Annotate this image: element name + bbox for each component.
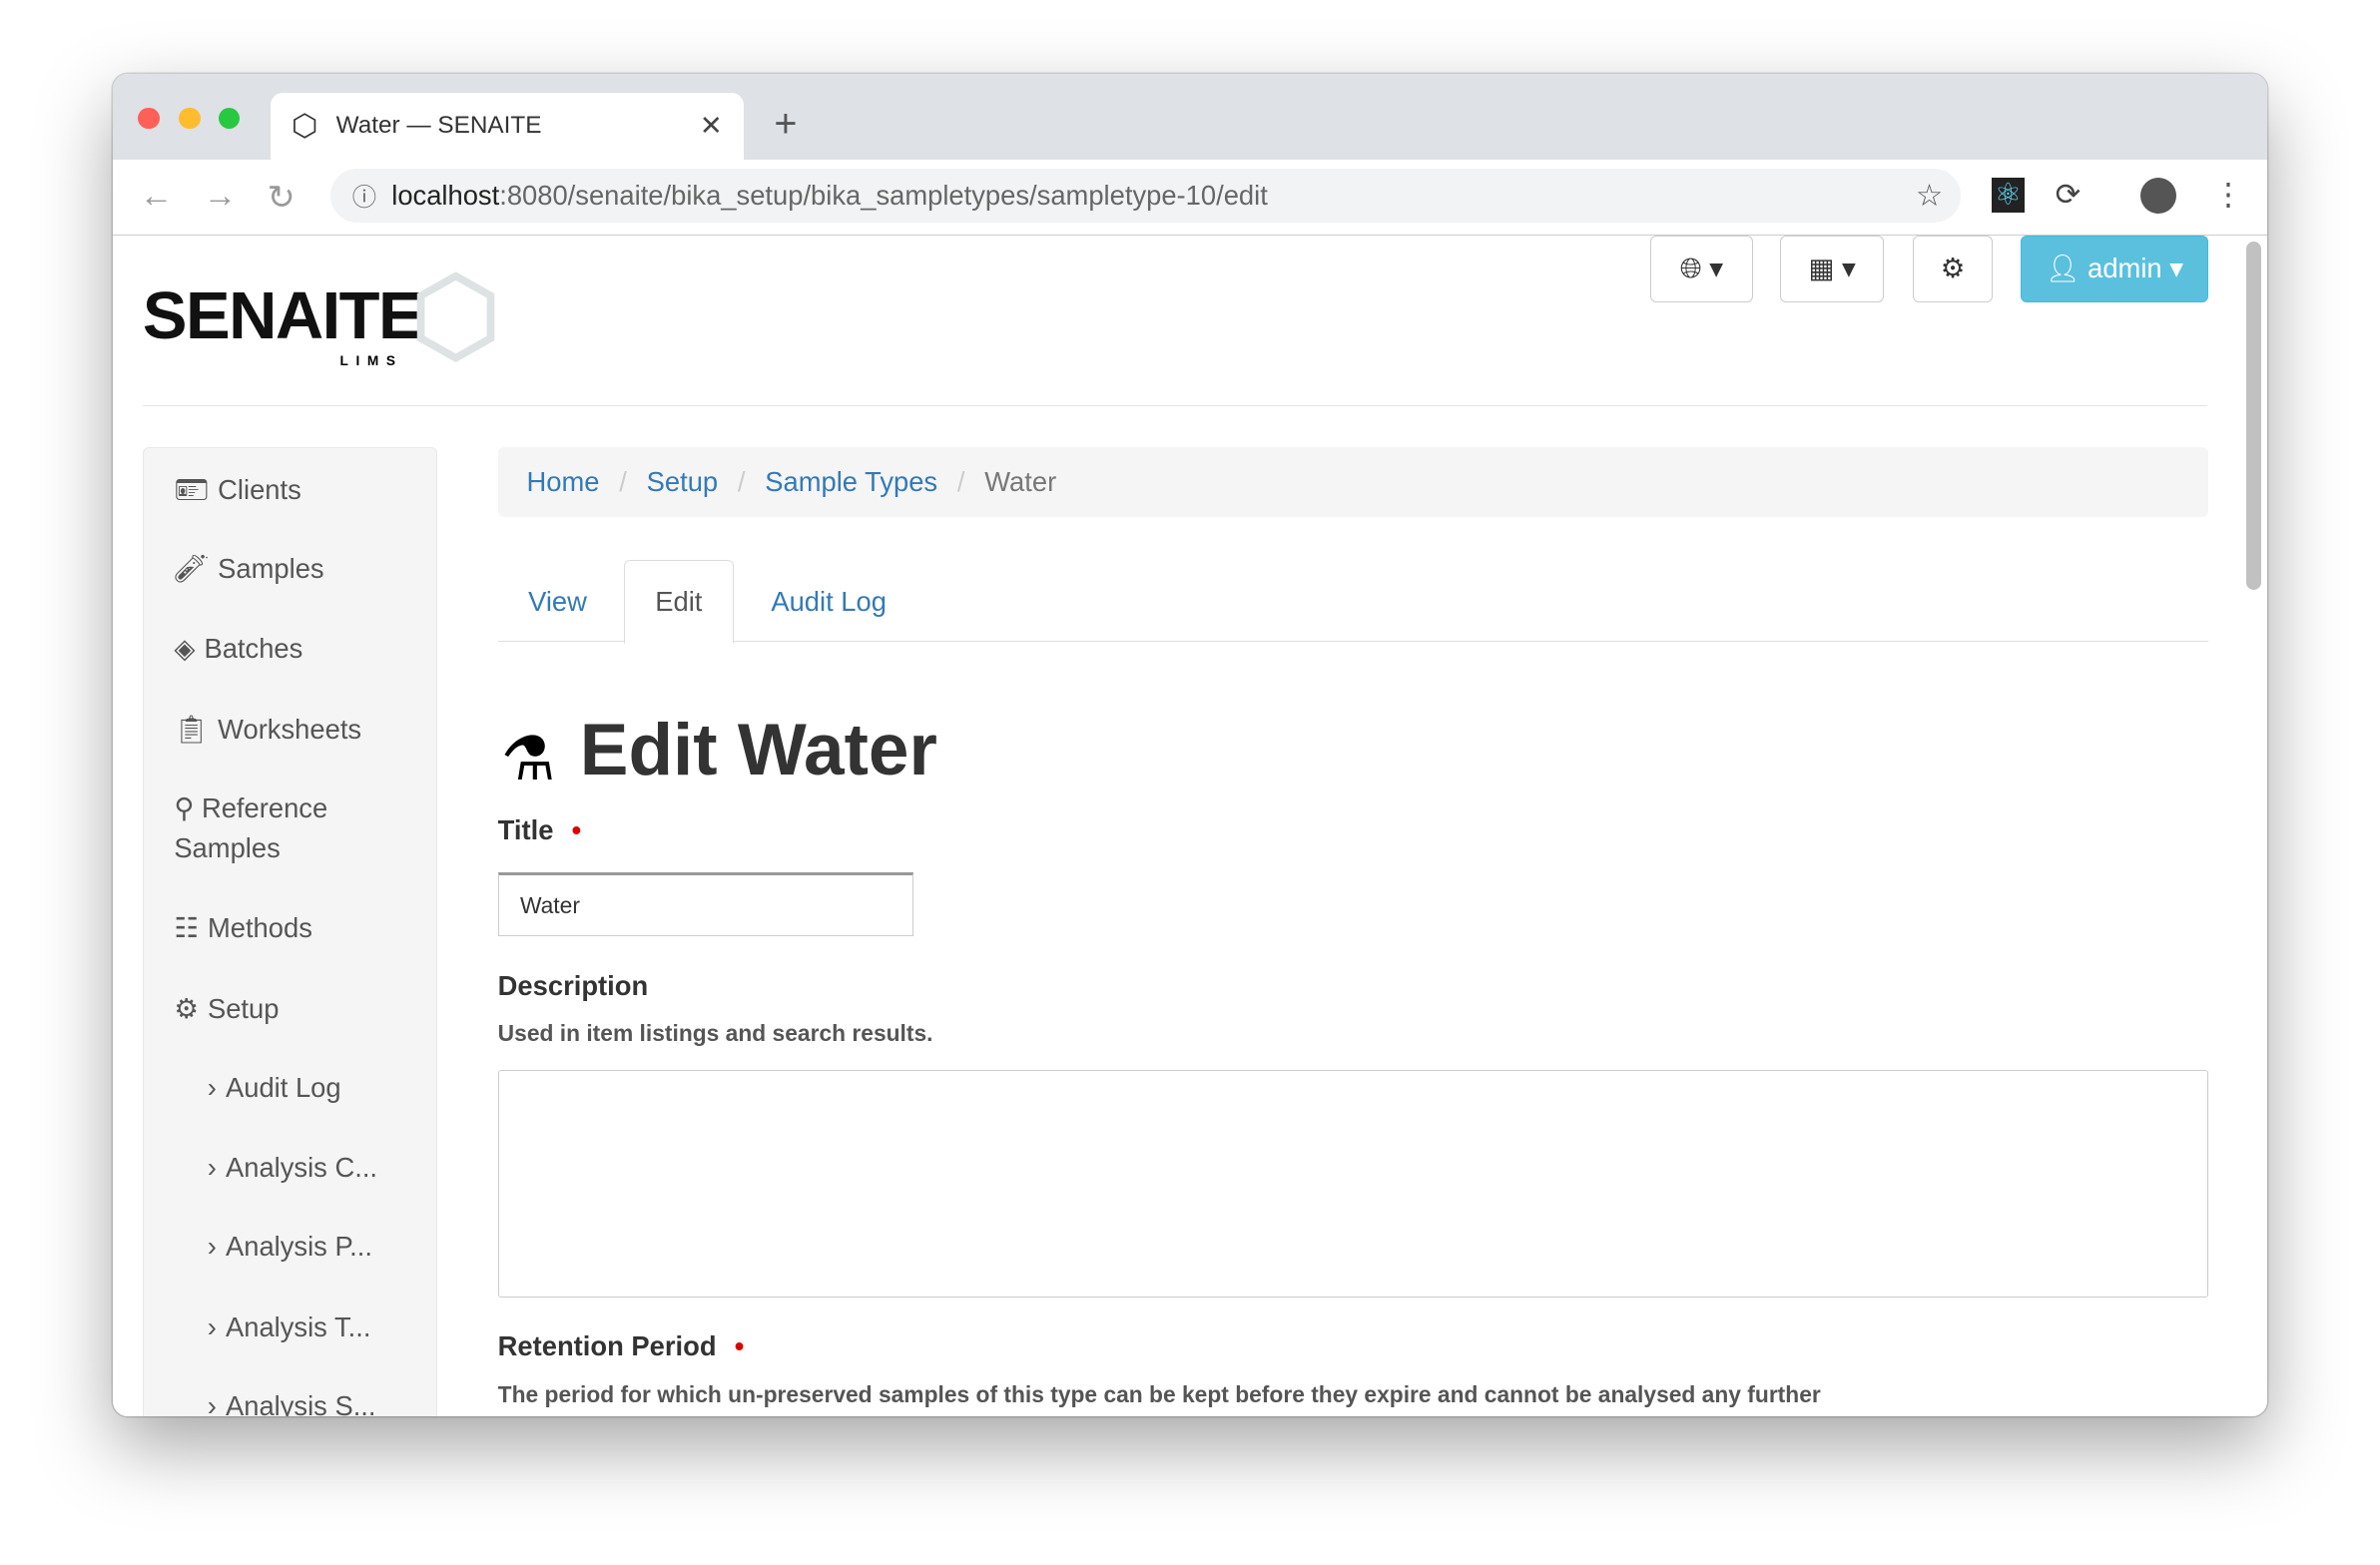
sidebar-item-label: Methods: [207, 912, 312, 944]
description-label: Description: [497, 969, 649, 1001]
layers-icon: ◈: [174, 633, 196, 665]
description-textarea[interactable]: [497, 1069, 2209, 1298]
close-window-button[interactable]: [138, 107, 160, 130]
sidebar-subitem[interactable]: › Analysis S...: [208, 1386, 376, 1415]
sidebar: 🪪︎ Clients 🧪︎ Samples ◈ Batches 📋︎ Worksheet…: [142, 447, 437, 1416]
logo-sub: LIMS: [339, 353, 403, 369]
test-tube-icon: 🧪︎: [174, 552, 210, 584]
sidebar-item-label: Analysis P...: [225, 1231, 372, 1263]
separator: /: [619, 466, 627, 498]
globe-icon: 🌐︎ ▾: [1679, 252, 1723, 283]
settings-button[interactable]: ⚙: [1912, 235, 1994, 302]
breadcrumb-home[interactable]: Home: [527, 466, 600, 498]
sidebar-item-label: Samples: [218, 552, 324, 584]
sidebar-item-setup[interactable]: ⚙ Setup: [174, 989, 279, 1029]
breadcrumb: Home / Setup / Sample Types / Water: [497, 447, 2209, 518]
chevron-right-icon: ›: [207, 1390, 217, 1416]
profile-avatar[interactable]: [2139, 177, 2177, 215]
sidebar-item-label: Analysis S...: [225, 1390, 376, 1416]
sidebar-item-label: Setup: [207, 992, 280, 1024]
label-text: Title: [497, 814, 554, 846]
close-tab-icon[interactable]: ✕: [700, 110, 723, 142]
divider: [142, 404, 2207, 406]
url-input[interactable]: ⓘ localhost:8080/senaite/bika_setup/bika…: [330, 168, 1962, 224]
hexagon-icon: ⬡: [291, 108, 318, 143]
language-button[interactable]: 🌐︎ ▾: [1649, 235, 1754, 302]
required-indicator: •: [734, 1330, 745, 1362]
sidebar-item-label: Analysis T...: [225, 1311, 371, 1343]
apps-button[interactable]: ▦ ▾: [1780, 235, 1884, 302]
menu-icon[interactable]: ⋮: [2213, 178, 2243, 213]
page-title: Edit Water: [579, 710, 937, 790]
sidebar-item-worksheets[interactable]: 📋︎ Worksheets: [174, 710, 361, 750]
tab-edit[interactable]: Edit: [623, 560, 734, 644]
maximize-window-button[interactable]: [218, 107, 241, 130]
description-help: Used in item listings and search results…: [497, 1019, 933, 1046]
tab-audit-log[interactable]: Audit Log: [741, 560, 916, 644]
logo-hexagon-icon: [416, 271, 494, 363]
back-icon[interactable]: ←: [140, 178, 173, 216]
required-indicator: •: [571, 814, 582, 846]
title-input[interactable]: Water: [497, 872, 914, 937]
logo[interactable]: SENAITE: [143, 277, 423, 354]
chevron-right-icon: ›: [207, 1231, 217, 1263]
chevron-right-icon: ›: [207, 1152, 217, 1184]
browser-tab[interactable]: ⬡ Water — SENAITE ✕: [270, 92, 744, 160]
forward-icon[interactable]: →: [204, 178, 237, 216]
gear-icon: ⚙: [1940, 253, 1966, 284]
sidebar-item-batches[interactable]: ◈ Batches: [174, 629, 302, 669]
scrollbar[interactable]: [2246, 241, 2262, 591]
list-icon: ☷: [174, 912, 199, 944]
sidebar-item-label: Worksheets: [218, 713, 362, 745]
view-tabs: View Edit Audit Log: [497, 560, 2209, 644]
sidebar-subitem[interactable]: › Analysis C...: [208, 1148, 377, 1188]
user-icon: 👤︎: [2045, 253, 2081, 284]
sidebar-subitem[interactable]: › Analysis P...: [208, 1227, 372, 1267]
label-text: Retention Period: [497, 1330, 717, 1362]
sidebar-item-label: Audit Log: [225, 1071, 341, 1103]
user-menu-button[interactable]: 👤︎ admin ▾: [2020, 235, 2209, 302]
sidebar-item-label: Batches: [204, 633, 303, 665]
grid-icon: ▦ ▾: [1808, 253, 1856, 284]
sidebar-subitem[interactable]: › Analysis T...: [208, 1307, 371, 1347]
separator: /: [737, 466, 746, 498]
reload-icon[interactable]: ↻: [268, 178, 296, 218]
star-icon[interactable]: ☆: [1916, 179, 1943, 214]
url-host: localhost: [391, 180, 500, 212]
separator: /: [956, 466, 965, 498]
tab-title: Water — SENAITE: [335, 112, 542, 140]
breadcrumb-current: Water: [984, 466, 1057, 498]
sidebar-item-methods[interactable]: ☷ Methods: [174, 908, 312, 948]
browser-window: ⬡ Water — SENAITE ✕ + ← → ↻ ⓘ localhost:…: [112, 74, 2268, 1416]
reference-icon: ⚲: [174, 792, 202, 824]
retention-period-help: The period for which un-preserved sample…: [497, 1380, 1821, 1407]
sidebar-item-samples[interactable]: 🧪︎ Samples: [174, 549, 323, 589]
title-label: Title •: [498, 814, 582, 846]
sidebar-subitem[interactable]: › Audit Log: [208, 1068, 341, 1108]
sync-extension-icon[interactable]: ⟳: [2056, 178, 2081, 213]
flask-icon: ⚗︎: [500, 725, 556, 793]
new-tab-button[interactable]: +: [774, 102, 797, 147]
sidebar-item-label: Analysis C...: [225, 1152, 378, 1184]
breadcrumb-sample-types[interactable]: Sample Types: [765, 466, 937, 498]
minimize-window-button[interactable]: [179, 107, 201, 130]
chevron-right-icon: ›: [207, 1311, 217, 1343]
retention-period-label: Retention Period •: [498, 1330, 745, 1362]
user-name: admin: [2087, 253, 2162, 284]
sidebar-item-reference-samples[interactable]: ⚲ Reference Samples: [174, 788, 401, 867]
react-devtools-icon[interactable]: ⚛: [1991, 177, 2026, 213]
clipboard-icon: 📋︎: [174, 713, 210, 745]
gears-icon: ⚙: [174, 992, 199, 1024]
breadcrumb-setup[interactable]: Setup: [647, 466, 719, 498]
sidebar-item-label: Clients: [218, 473, 301, 505]
sidebar-item-clients[interactable]: 🪪︎ Clients: [174, 470, 300, 510]
page: 🌐︎ ▾ ▦ ▾ ⚙ 👤︎ admin ▾ SENAITE LIMS 🪪︎ Cli…: [112, 235, 2268, 1416]
chevron-right-icon: ›: [207, 1071, 217, 1103]
id-card-icon: 🪪︎: [174, 473, 210, 505]
address-bar: ← → ↻ ⓘ localhost:8080/senaite/bika_setu…: [112, 159, 2268, 236]
info-icon: ⓘ: [351, 184, 377, 212]
tab-bar: ⬡ Water — SENAITE ✕ +: [112, 74, 2268, 160]
tab-view[interactable]: View: [498, 560, 618, 644]
url-path: :8080/senaite/bika_setup/bika_sampletype…: [499, 180, 1268, 212]
